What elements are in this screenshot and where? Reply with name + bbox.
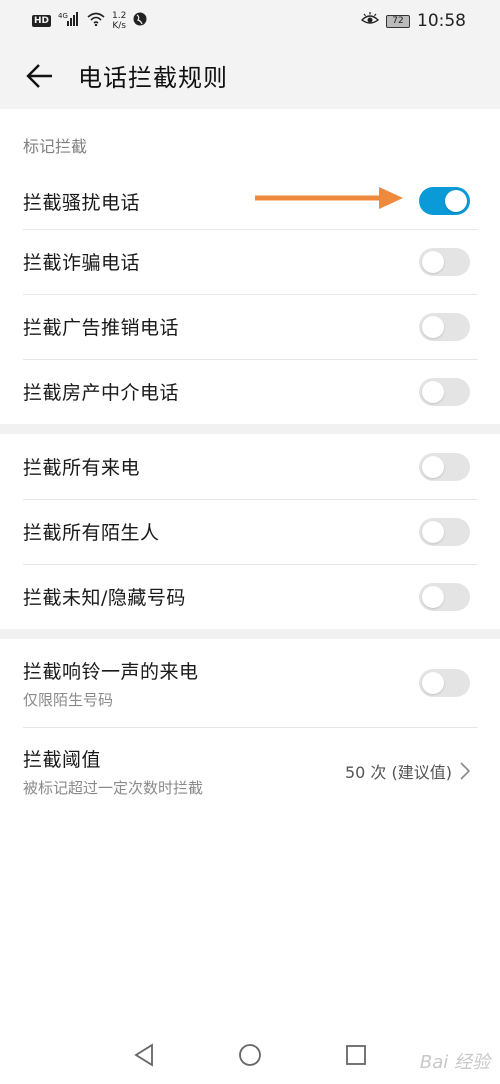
status-time: 10:58 bbox=[417, 11, 466, 31]
row-label: 拦截房产中介电话 bbox=[23, 382, 180, 404]
globe-icon bbox=[133, 12, 147, 30]
annotation-arrow-icon bbox=[255, 187, 403, 209]
row-block-one-ring[interactable]: 拦截响铃一声的来电 仅限陌生号码 bbox=[0, 639, 500, 727]
row-label: 拦截诈骗电话 bbox=[23, 252, 141, 274]
status-bar: HD 4G 1.2 K/s 72 10:58 bbox=[0, 0, 500, 42]
status-right: 72 10:58 bbox=[360, 11, 466, 31]
row-block-real-estate[interactable]: 拦截房产中介电话 bbox=[0, 359, 500, 424]
eye-comfort-icon bbox=[360, 12, 380, 30]
group-divider bbox=[0, 424, 500, 434]
toggle-block-ads[interactable] bbox=[419, 312, 470, 341]
toggle-block-all-calls[interactable] bbox=[419, 452, 470, 481]
group-general-intercept: 拦截所有来电 拦截所有陌生人 拦截未知/隐藏号码 bbox=[0, 434, 500, 629]
signal-icon: 4G bbox=[58, 12, 80, 30]
section-header-marked: 标记拦截 bbox=[23, 137, 88, 156]
circle-home-icon bbox=[239, 1044, 261, 1066]
watermark-logo: Bai 经验 bbox=[419, 1052, 490, 1073]
toggle-block-real-estate[interactable] bbox=[419, 377, 470, 406]
network-speed: 1.2 K/s bbox=[112, 11, 127, 31]
wifi-icon bbox=[87, 12, 105, 30]
row-block-unknown-hidden[interactable]: 拦截未知/隐藏号码 bbox=[0, 564, 500, 629]
threshold-value[interactable]: 50 次 (建议值) bbox=[345, 759, 470, 783]
row-block-strangers[interactable]: 拦截所有陌生人 bbox=[0, 499, 500, 564]
row-block-fraud[interactable]: 拦截诈骗电话 bbox=[0, 229, 500, 294]
hd-icon: HD bbox=[32, 15, 52, 27]
row-label: 拦截响铃一声的来电 bbox=[23, 660, 199, 683]
row-label: 拦截未知/隐藏号码 bbox=[23, 587, 186, 609]
back-button[interactable] bbox=[20, 56, 60, 96]
arrow-left-icon bbox=[26, 63, 52, 88]
nav-recents-button[interactable] bbox=[342, 1041, 370, 1069]
row-label: 拦截所有来电 bbox=[23, 457, 141, 479]
row-block-all-calls[interactable]: 拦截所有来电 bbox=[0, 434, 500, 499]
threshold-value-text: 50 次 (建议值) bbox=[344, 763, 452, 782]
row-block-ads[interactable]: 拦截广告推销电话 bbox=[0, 294, 500, 359]
nav-back-button[interactable] bbox=[130, 1041, 158, 1069]
battery-icon: 72 bbox=[386, 14, 410, 28]
row-intercept-threshold[interactable]: 拦截阈值 被标记超过一定次数时拦截 50 次 (建议值) bbox=[0, 727, 500, 815]
group-marked-intercept: 拦截骚扰电话 拦截诈骗电话 拦截广告推销电话 拦截房产中介电话 bbox=[0, 173, 500, 424]
square-recents-icon bbox=[346, 1045, 366, 1065]
app-bar: 电话拦截规则 bbox=[0, 42, 500, 109]
group-divider bbox=[0, 629, 500, 639]
row-block-harassment[interactable]: 拦截骚扰电话 bbox=[0, 173, 500, 229]
settings-list: 标记拦截 拦截骚扰电话 拦截诈骗电话 拦截广告推销电话 拦截房产中介电话 拦截所… bbox=[0, 109, 500, 815]
nav-home-button[interactable] bbox=[236, 1041, 264, 1069]
page-title: 电话拦截规则 bbox=[78, 64, 228, 92]
status-left: HD 4G 1.2 K/s bbox=[32, 11, 147, 31]
row-sublabel: 被标记超过一定次数时拦截 bbox=[23, 778, 204, 797]
toggle-block-one-ring[interactable] bbox=[419, 669, 470, 697]
toggle-block-strangers[interactable] bbox=[419, 517, 470, 546]
row-label: 拦截阈值 bbox=[23, 748, 102, 771]
toggle-block-unknown-hidden[interactable] bbox=[419, 582, 470, 611]
group-advanced-intercept: 拦截响铃一声的来电 仅限陌生号码 拦截阈值 被标记超过一定次数时拦截 50 次 … bbox=[0, 639, 500, 815]
toggle-block-harassment[interactable] bbox=[419, 187, 470, 215]
row-sublabel: 仅限陌生号码 bbox=[23, 690, 114, 709]
triangle-back-icon bbox=[134, 1043, 153, 1067]
network-type: 4G bbox=[58, 12, 68, 20]
row-label: 拦截广告推销电话 bbox=[23, 317, 180, 339]
row-label: 拦截所有陌生人 bbox=[23, 522, 160, 544]
chevron-right-icon bbox=[460, 762, 470, 780]
toggle-block-fraud[interactable] bbox=[419, 247, 470, 276]
